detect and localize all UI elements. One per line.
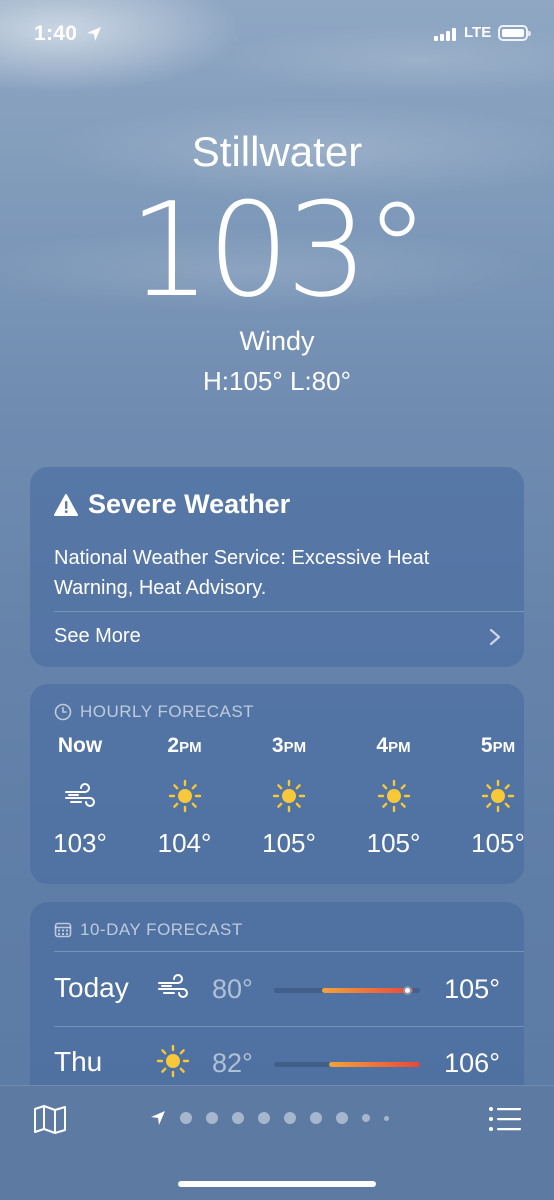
hour-suffix: PM [283,739,307,756]
network-type: LTE [464,24,492,41]
page-dot[interactable] [206,1112,218,1124]
chevron-right-icon[interactable] [488,627,502,647]
hour-suffix: PM [492,739,516,756]
sun-icon [156,1044,190,1078]
hour-temp: 105° [471,828,524,858]
day-low: 80° [212,974,253,1004]
bottom-toolbar [0,1085,554,1200]
calendar-icon [54,922,72,938]
current-location-icon[interactable] [150,1110,166,1126]
severe-weather-card[interactable]: Severe Weather National Weather Service:… [30,467,524,667]
day-low: 82° [212,1048,253,1078]
hour-suffix: PM [179,739,202,756]
temp-range-bar [274,1062,420,1067]
page-dot[interactable] [310,1112,322,1124]
hourly-list[interactable]: Now 103° 2PM 104° 3PM 105° 4PM 105° 5PM 105° [30,734,524,874]
high-low: H:105° L:80° [202,366,351,396]
home-indicator [178,1181,376,1187]
hourly-item: 3PM 105° [237,734,341,859]
hourly-forecast-header: HOURLY FORECAST [54,702,254,722]
day-name: Thu [54,1046,103,1077]
sun-icon [133,764,237,828]
hourly-forecast-title: HOURLY FORECAST [80,702,255,721]
day-name: Today [54,972,129,1003]
temp-range-fill [322,988,413,993]
hour-temp: 105° [366,828,421,858]
list-icon[interactable] [488,1106,522,1132]
wind-icon [30,764,132,828]
current-temp-marker [402,986,412,995]
hour-label: 2PM [133,734,237,764]
alert-title-text: Severe Weather [88,489,291,519]
status-time: 1:40 [34,22,78,45]
day-row[interactable]: Today 80° 105° [30,954,524,1024]
hour-time: 3 [271,734,284,757]
see-more-link[interactable]: See More [54,625,141,648]
page-dot[interactable] [336,1112,348,1124]
hour-suffix: PM [388,739,411,756]
divider [54,611,524,612]
hour-label: Now [30,734,132,764]
hourly-item: Now 103° [30,734,132,859]
alert-title: Severe Weather [54,489,290,520]
page-dot[interactable] [284,1112,296,1124]
city-name: Stillwater [191,128,363,175]
wind-icon [156,970,190,1004]
hour-temp: 105° [262,828,316,858]
ten-day-forecast-header: 10-DAY FORECAST [54,920,243,940]
hour-time: 4 [376,734,389,757]
divider [54,951,524,952]
status-bar: 1:40 LTE [0,0,554,70]
hour-time: 2 [167,734,180,757]
page-dot[interactable] [232,1112,244,1124]
page-dot[interactable] [384,1115,389,1121]
map-icon[interactable] [33,1104,67,1134]
location-arrow-icon [87,27,101,41]
day-high: 106° [444,1048,500,1078]
hour-time: 5 [480,734,493,757]
hour-label: 4PM [342,734,446,764]
clock-icon [54,703,72,721]
warning-icon [54,493,78,516]
cellular-signal-icon [434,27,456,41]
page-indicator[interactable] [150,1110,389,1126]
hour-label: 3PM [237,734,341,764]
temp-range-bar [274,986,420,995]
alert-body: National Weather Service: Excessive Heat… [54,547,430,599]
sun-icon [446,764,524,828]
hourly-item: 4PM 105° [342,734,446,859]
temp-range-fill [329,1062,420,1067]
hourly-item: 2PM 104° [133,734,237,859]
hour-time: Now [57,734,103,757]
hour-temp: 103° [53,828,107,858]
page-dot[interactable] [180,1112,192,1124]
hour-label: 5PM [446,734,524,764]
hour-temp: 104° [157,828,212,858]
current-condition: Windy [239,326,315,356]
day-high: 105° [444,974,500,1004]
divider [54,1026,524,1027]
hourly-forecast-card[interactable]: HOURLY FORECAST Now 103° 2PM 104° 3PM 105° 4PM… [30,684,524,884]
hourly-item: 5PM 105° [446,734,524,859]
current-temperature: 103° [128,174,429,326]
ten-day-forecast-title: 10-DAY FORECAST [80,920,243,939]
page-dot[interactable] [258,1112,270,1124]
sun-icon [342,764,446,828]
sun-icon [237,764,341,828]
page-dot[interactable] [362,1114,370,1122]
battery-icon [498,25,531,41]
